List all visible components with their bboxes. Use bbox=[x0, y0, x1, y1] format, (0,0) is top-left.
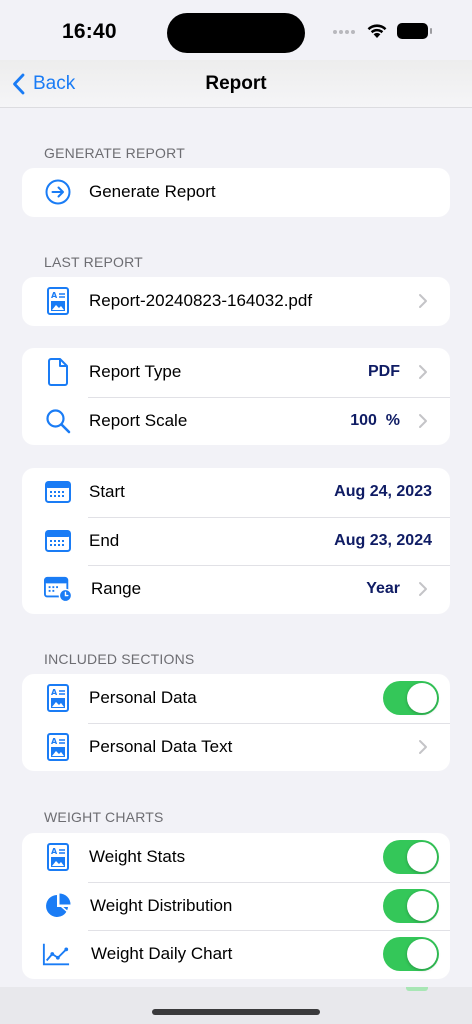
last-report-card: A Report-20240823-164032.pdf bbox=[22, 277, 450, 326]
last-report-row[interactable]: A Report-20240823-164032.pdf bbox=[22, 277, 450, 326]
generate-report-label: Generate Report bbox=[89, 182, 216, 202]
document-icon bbox=[44, 358, 72, 387]
home-indicator-area bbox=[0, 987, 472, 1024]
battery-tip bbox=[430, 28, 432, 34]
report-settings-card: Report Type PDF Report Scale 100 % bbox=[22, 348, 450, 446]
personal-data-toggle[interactable] bbox=[383, 681, 439, 716]
chevron-right-icon bbox=[419, 582, 427, 597]
personal-data-row: A Personal Data bbox=[22, 674, 450, 723]
section-header-generate: GENERATE REPORT bbox=[44, 145, 185, 161]
date-range-card: Start Aug 24, 2023 End Aug 23, 2024 Rang… bbox=[22, 468, 450, 614]
last-report-filename: Report-20240823-164032.pdf bbox=[89, 291, 313, 311]
toggle-knob bbox=[407, 890, 437, 921]
wifi-icon bbox=[367, 24, 387, 38]
status-time: 16:40 bbox=[62, 20, 117, 43]
arrow-circle-icon bbox=[44, 178, 72, 206]
document-image-icon: A bbox=[44, 732, 72, 761]
generate-report-row[interactable]: Generate Report bbox=[22, 168, 450, 217]
status-bar: 16:40 bbox=[0, 0, 472, 60]
toggle-knob bbox=[407, 939, 437, 970]
chevron-right-icon bbox=[419, 365, 427, 380]
included-sections-card: A Personal Data A Personal Data Text bbox=[22, 674, 450, 772]
chevron-right-icon bbox=[419, 739, 427, 754]
home-indicator[interactable] bbox=[152, 1009, 320, 1015]
weight-distribution-toggle[interactable] bbox=[383, 888, 439, 923]
document-image-icon: A bbox=[44, 684, 72, 713]
report-scale-value: 100 % bbox=[350, 411, 400, 429]
range-label: Range bbox=[91, 579, 142, 599]
svg-text:A: A bbox=[51, 291, 58, 300]
end-date-value[interactable]: Aug 23, 2024 bbox=[334, 532, 432, 550]
end-date-row[interactable]: End Aug 23, 2024 bbox=[22, 516, 450, 566]
partially-visible-toggle bbox=[406, 987, 428, 991]
report-type-label: Report Type bbox=[89, 362, 182, 382]
calendar-icon bbox=[44, 478, 72, 506]
weight-distribution-label: Weight Distribution bbox=[90, 895, 233, 915]
report-type-row[interactable]: Report Type PDF bbox=[22, 348, 450, 397]
pie-chart-icon bbox=[44, 892, 72, 920]
personal-data-text-row[interactable]: A Personal Data Text bbox=[22, 722, 450, 772]
cellular-signal-icon bbox=[333, 30, 355, 34]
dynamic-island bbox=[167, 13, 305, 53]
report-type-value: PDF bbox=[368, 363, 400, 381]
generate-card: Generate Report bbox=[22, 168, 450, 217]
start-date-row[interactable]: Start Aug 24, 2023 bbox=[22, 468, 450, 517]
svg-text:A: A bbox=[51, 688, 58, 697]
calendar-icon bbox=[44, 527, 72, 555]
weight-stats-toggle[interactable] bbox=[383, 840, 439, 875]
chevron-right-icon bbox=[419, 413, 427, 428]
toggle-knob bbox=[407, 683, 437, 714]
document-image-icon: A bbox=[44, 843, 72, 872]
weight-charts-card: A Weight Stats Weight Distribution Weigh… bbox=[22, 833, 450, 979]
svg-text:A: A bbox=[51, 847, 58, 856]
calendar-clock-icon bbox=[44, 575, 72, 603]
chevron-right-icon bbox=[419, 294, 427, 309]
end-label: End bbox=[89, 530, 120, 550]
svg-text:A: A bbox=[51, 737, 58, 746]
battery-icon bbox=[397, 23, 428, 39]
start-date-value[interactable]: Aug 24, 2023 bbox=[334, 483, 432, 501]
weight-daily-chart-label: Weight Daily Chart bbox=[91, 944, 233, 964]
section-header-included: INCLUDED SECTIONS bbox=[44, 651, 195, 667]
navigation-bar: Back Report bbox=[0, 60, 472, 108]
section-header-weight-charts: WEIGHT CHARTS bbox=[44, 809, 164, 825]
range-row[interactable]: Range Year bbox=[22, 565, 450, 614]
toggle-knob bbox=[407, 842, 437, 873]
start-label: Start bbox=[89, 482, 125, 502]
section-header-last-report: LAST REPORT bbox=[44, 254, 143, 270]
magnifier-icon bbox=[44, 407, 72, 435]
weight-stats-row: A Weight Stats bbox=[22, 833, 450, 882]
personal-data-text-label: Personal Data Text bbox=[89, 736, 233, 756]
document-image-icon: A bbox=[44, 287, 72, 316]
personal-data-label: Personal Data bbox=[89, 688, 197, 708]
page-title: Report bbox=[205, 73, 267, 94]
line-chart-icon bbox=[42, 940, 70, 968]
weight-daily-chart-toggle[interactable] bbox=[383, 937, 439, 972]
weight-daily-chart-row: Weight Daily Chart bbox=[22, 930, 450, 979]
weight-stats-label: Weight Stats bbox=[89, 847, 186, 867]
range-value: Year bbox=[366, 580, 400, 598]
weight-distribution-row: Weight Distribution bbox=[22, 881, 450, 931]
report-scale-row[interactable]: Report Scale 100 % bbox=[22, 396, 450, 446]
report-scale-label: Report Scale bbox=[89, 410, 188, 430]
